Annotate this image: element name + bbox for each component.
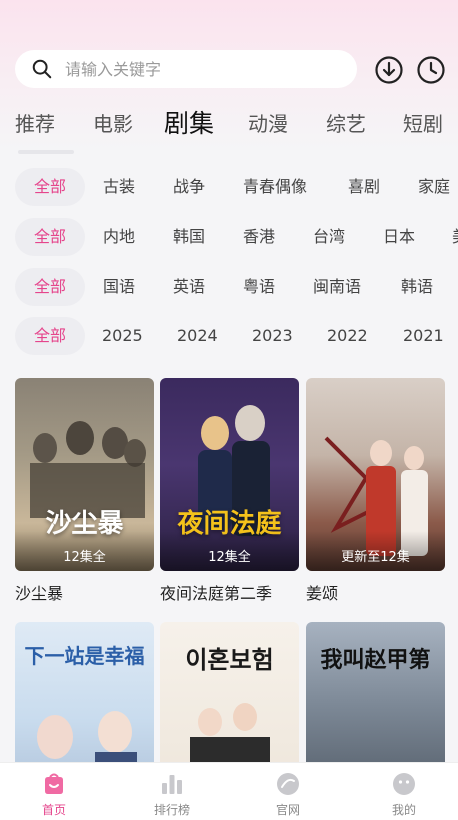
nav-profile[interactable]: 我的	[359, 763, 449, 820]
episode-badge: 更新至12集	[341, 550, 410, 565]
drama-poster: 夜间法庭 12集全	[160, 378, 299, 571]
filter-chip-all[interactable]: 全部	[15, 317, 85, 355]
nav-home[interactable]: 首页	[9, 763, 99, 820]
drama-poster: 更新至12集	[306, 378, 445, 571]
filter-chip[interactable]: 台湾	[313, 218, 345, 256]
ranking-icon	[162, 775, 182, 794]
filter-chip[interactable]: 国语	[103, 268, 135, 306]
profile-icon	[393, 773, 415, 795]
tab-variety[interactable]: 综艺	[326, 102, 366, 146]
filter-row-genre: 全部 古装 战争 青春偶像 喜剧 家庭	[0, 168, 458, 206]
tab-movie[interactable]: 电影	[93, 102, 133, 146]
drama-card[interactable]: 夜间法庭 12集全 夜间法庭第二季	[160, 378, 299, 604]
poster-figures	[190, 703, 270, 782]
history-icon[interactable]	[416, 55, 446, 85]
filter-row-language: 全部 国语 英语 粤语 闽南语 韩语	[0, 268, 458, 306]
filter-chip[interactable]: 日本	[383, 218, 415, 256]
episode-badge: 12集全	[208, 550, 251, 565]
filter-chip[interactable]: 粤语	[243, 268, 275, 306]
filter-chip[interactable]: 战争	[173, 168, 205, 206]
filter-chip[interactable]: 2025	[102, 317, 143, 355]
filter-chip[interactable]: 韩国	[173, 218, 205, 256]
filter-row-region: 全部 内地 韩国 香港 台湾 日本 美	[0, 218, 458, 256]
nav-ranking[interactable]: 排行榜	[127, 763, 217, 820]
drama-card[interactable]: 沙尘暴 12集全 沙尘暴	[15, 378, 154, 604]
filter-chip-all[interactable]: 全部	[15, 218, 85, 256]
filter-row-year: 全部 2025 2024 2023 2022 2021	[0, 317, 458, 355]
drama-card[interactable]: 이혼보험	[160, 622, 299, 782]
filter-chip[interactable]: 2022	[327, 317, 368, 355]
nav-label: 官网	[275, 803, 300, 817]
drama-poster: 이혼보험	[160, 622, 299, 782]
filter-chip[interactable]: 内地	[103, 218, 135, 256]
search-icon	[32, 59, 52, 79]
nav-label: 首页	[41, 803, 66, 817]
drama-title: 沙尘暴	[15, 584, 64, 603]
category-tabs: 推荐 电影 剧集 动漫 综艺 短剧	[0, 102, 458, 146]
filter-chip[interactable]: 古装	[103, 168, 135, 206]
tab-anime[interactable]: 动漫	[248, 102, 288, 146]
filter-chip[interactable]: 美	[452, 218, 458, 256]
nav-website[interactable]: 官网	[243, 763, 333, 820]
drama-poster: 沙尘暴 12集全	[15, 378, 154, 571]
poster-title: 我叫赵甲第	[320, 647, 431, 673]
filter-chip[interactable]: 香港	[243, 218, 275, 256]
drama-title: 夜间法庭第二季	[160, 584, 273, 603]
filter-chip[interactable]: 家庭	[418, 168, 450, 206]
filter-chip[interactable]: 2021	[403, 317, 444, 355]
filter-chip[interactable]: 韩语	[401, 268, 433, 306]
top-header	[0, 50, 458, 90]
filter-chip[interactable]: 青春偶像	[243, 168, 307, 206]
poster-figures	[37, 711, 137, 782]
filter-chip[interactable]: 英语	[173, 268, 205, 306]
bottom-navigation: 首页 排行榜 官网 我的	[0, 762, 458, 820]
tab-scroll-indicator	[18, 150, 74, 154]
filter-chip[interactable]: 2024	[177, 317, 218, 355]
tab-recommend[interactable]: 推荐	[15, 102, 55, 146]
filter-chip[interactable]: 闽南语	[313, 268, 361, 306]
drama-card[interactable]: 更新至12集 姜颂	[306, 378, 445, 604]
website-icon	[277, 773, 299, 795]
drama-card[interactable]: 下一站是幸福	[15, 622, 154, 782]
tab-series[interactable]: 剧集	[164, 102, 214, 146]
filter-chip-all[interactable]: 全部	[15, 168, 85, 206]
search-bar[interactable]	[15, 50, 357, 88]
drama-poster: 下一站是幸福	[15, 622, 154, 782]
filter-chip[interactable]: 喜剧	[348, 168, 380, 206]
tab-short-drama[interactable]: 短剧	[403, 102, 443, 146]
search-input[interactable]	[65, 59, 315, 79]
filter-chip[interactable]: 2023	[252, 317, 293, 355]
nav-label: 排行榜	[153, 803, 190, 817]
download-icon[interactable]	[374, 55, 404, 85]
nav-label: 我的	[391, 803, 416, 817]
drama-title: 姜颂	[306, 584, 339, 603]
episode-badge: 12集全	[63, 550, 106, 565]
filter-chip-all[interactable]: 全部	[15, 268, 85, 306]
drama-card[interactable]: 我叫赵甲第	[306, 622, 445, 782]
drama-poster: 我叫赵甲第	[306, 622, 445, 782]
home-icon	[45, 773, 63, 794]
